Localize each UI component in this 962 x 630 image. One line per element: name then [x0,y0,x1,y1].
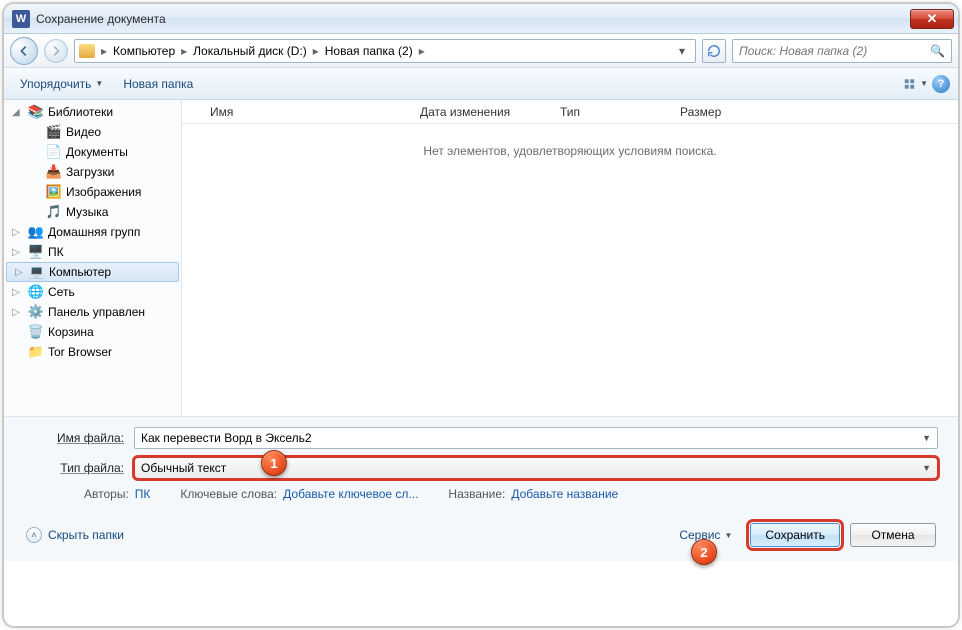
filetype-value[interactable]: Обычный текст [141,461,226,475]
save-button[interactable]: Сохранить [750,523,840,547]
expand-icon[interactable]: ▷ [12,307,20,318]
column-headers: Имя Дата изменения Тип Размер [182,100,958,124]
sidebar-item-recycle-bin[interactable]: 🗑️Корзина [4,322,181,342]
chevron-down-icon: ▼ [95,79,103,88]
video-icon: 🎬 [46,124,62,140]
title-meta-label: Название: [448,487,505,501]
column-type[interactable]: Тип [560,105,680,119]
new-folder-button[interactable]: Новая папка [115,73,201,95]
expand-icon[interactable]: ▷ [12,247,20,258]
keywords-value[interactable]: Добавьте ключевое сл... [283,487,418,501]
sidebar-item-tor[interactable]: 📁Tor Browser [4,342,181,362]
breadcrumb-item[interactable]: Локальный диск (D:) [191,44,309,58]
nav-back-button[interactable] [10,37,38,65]
expand-icon[interactable]: ▷ [15,267,23,278]
app-icon: W [12,10,30,28]
libraries-icon: 📚 [28,104,44,120]
window-title: Сохранение документа [36,12,910,26]
downloads-icon: 📥 [46,164,62,180]
breadcrumb-dropdown[interactable]: ▾ [673,44,691,58]
folder-icon [79,44,95,58]
column-date[interactable]: Дата изменения [420,105,560,119]
search-icon: 🔍 [930,44,945,58]
chevron-right-icon: ▸ [311,44,321,58]
sidebar-item-homegroup[interactable]: ▷👥Домашняя групп [4,222,181,242]
sidebar-item-pictures[interactable]: 🖼️Изображения [4,182,181,202]
file-list: Имя Дата изменения Тип Размер Нет элемен… [182,100,958,416]
music-icon: 🎵 [46,204,62,220]
nav-forward-button[interactable] [44,39,68,63]
chevron-right-icon: ▸ [99,44,109,58]
expand-icon[interactable]: ▷ [12,287,20,298]
filetype-field[interactable]: Обычный текст ▼ [134,457,938,479]
sidebar-item-computer[interactable]: ▷💻Компьютер [6,262,179,282]
chevron-down-icon: ▼ [724,531,732,540]
recycle-bin-icon: 🗑️ [28,324,44,340]
search-box[interactable]: 🔍 [732,39,952,63]
sidebar-item-video[interactable]: 🎬Видео [4,122,181,142]
sidebar: ◢📚Библиотеки 🎬Видео 📄Документы 📥Загрузки… [4,100,182,416]
column-size[interactable]: Размер [680,105,760,119]
view-options-button[interactable]: ▼ [904,73,928,95]
sidebar-item-libraries[interactable]: ◢📚Библиотеки [4,102,181,122]
filetype-label: Тип файла: [24,461,134,475]
button-bar: ˄ Скрыть папки Сервис▼ Сохранить Отмена [4,505,958,561]
breadcrumb-item[interactable]: Компьютер [111,44,177,58]
chevron-right-icon: ▸ [179,44,189,58]
annotation-marker-2: 2 [691,539,717,565]
sidebar-item-music[interactable]: 🎵Музыка [4,202,181,222]
close-button[interactable]: ✕ [910,9,954,29]
title-meta-value[interactable]: Добавьте название [511,487,618,501]
sidebar-item-control-panel[interactable]: ▷⚙️Панель управлен [4,302,181,322]
form-area: Имя файла: Как перевести Ворд в Эксель2 … [4,417,958,505]
documents-icon: 📄 [46,144,62,160]
chevron-right-icon: ▸ [417,44,427,58]
chevron-up-icon: ˄ [26,527,42,543]
sidebar-item-pc[interactable]: ▷🖥️ПК [4,242,181,262]
filename-label: Имя файла: [24,431,134,445]
pictures-icon: 🖼️ [46,184,62,200]
sidebar-item-documents[interactable]: 📄Документы [4,142,181,162]
column-name[interactable]: Имя [210,105,420,119]
filename-value[interactable]: Как перевести Ворд в Эксель2 [141,431,312,445]
titlebar: W Сохранение документа ✕ [4,4,958,34]
breadcrumb-item[interactable]: Новая папка (2) [323,44,415,58]
filename-field[interactable]: Как перевести Ворд в Эксель2 ▼ [134,427,938,449]
annotation-marker-1: 1 [261,450,287,476]
homegroup-icon: 👥 [28,224,44,240]
chevron-down-icon[interactable]: ▼ [922,463,931,473]
expand-icon[interactable]: ▷ [12,227,20,238]
folder-icon: 📁 [28,344,44,360]
network-icon: 🌐 [28,284,44,300]
empty-message: Нет элементов, удовлетворяющих условиям … [182,144,958,158]
refresh-button[interactable] [702,39,726,63]
keywords-label: Ключевые слова: [180,487,277,501]
cancel-button[interactable]: Отмена [850,523,936,547]
chevron-down-icon[interactable]: ▼ [922,433,931,443]
navbar: ▸ Компьютер ▸ Локальный диск (D:) ▸ Нова… [4,34,958,68]
sidebar-item-downloads[interactable]: 📥Загрузки [4,162,181,182]
authors-label: Авторы: [84,487,129,501]
search-input[interactable] [739,44,930,58]
collapse-icon[interactable]: ◢ [12,107,20,118]
organize-button[interactable]: Упорядочить▼ [12,73,111,95]
sidebar-item-network[interactable]: ▷🌐Сеть [4,282,181,302]
authors-value[interactable]: ПК [135,487,151,501]
computer-icon: 💻 [29,264,45,280]
pc-icon: 🖥️ [28,244,44,260]
control-panel-icon: ⚙️ [28,304,44,320]
help-button[interactable]: ? [932,75,950,93]
toolbar: Упорядочить▼ Новая папка ▼ ? [4,68,958,100]
breadcrumb[interactable]: ▸ Компьютер ▸ Локальный диск (D:) ▸ Нова… [74,39,696,63]
hide-folders-button[interactable]: ˄ Скрыть папки [26,527,124,543]
